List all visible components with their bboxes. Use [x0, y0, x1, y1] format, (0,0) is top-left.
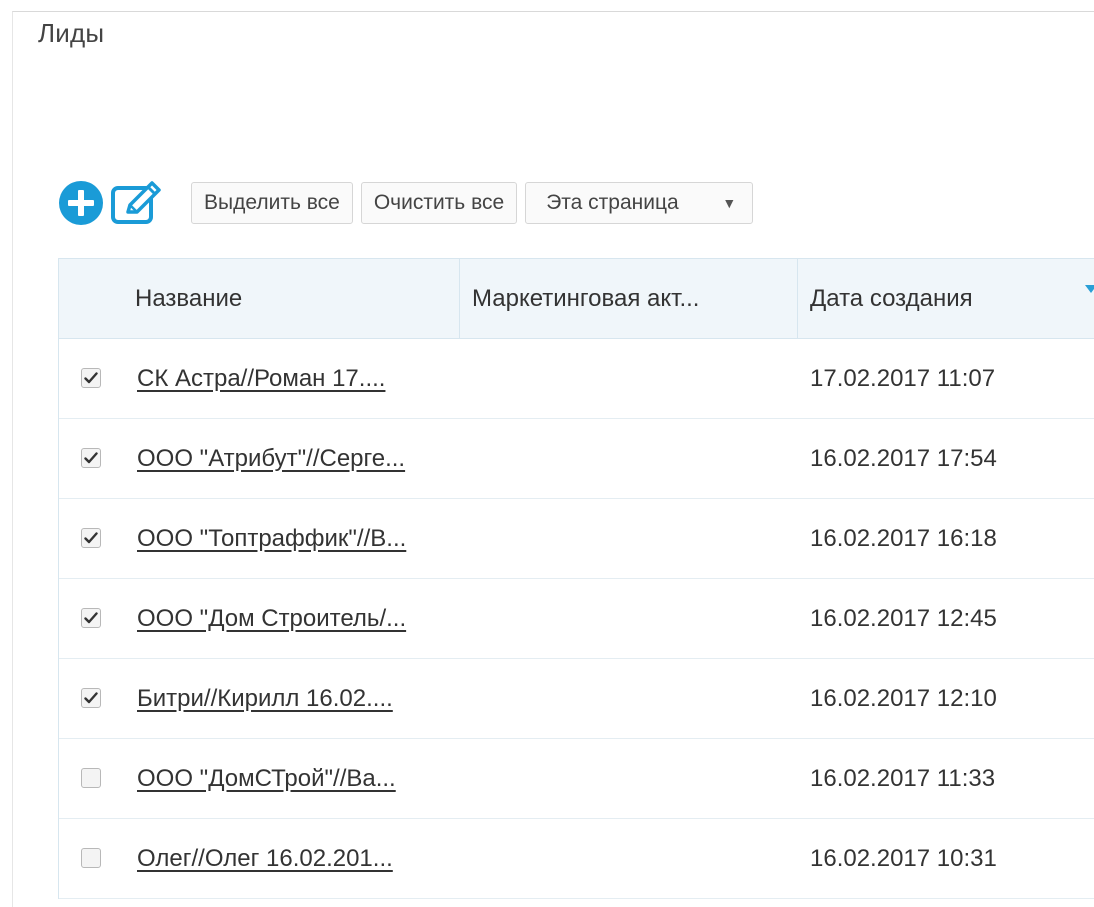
checkmark-icon: [84, 372, 98, 384]
lead-created-date: 16.02.2017 12:45: [810, 604, 997, 632]
page-title: Лиды: [38, 18, 105, 48]
checkmark-icon: [84, 452, 98, 464]
lead-name-link[interactable]: Битри//Кирилл 16.02....: [137, 659, 393, 738]
column-header-created[interactable]: Дата создания: [798, 259, 1094, 338]
column-header-created-label: Дата создания: [810, 284, 973, 312]
table-row[interactable]: Битри//Кирилл 16.02.... 16.02.2017 12:10: [59, 659, 1094, 739]
table-row[interactable]: СК Астра//Роман 17.... 17.02.2017 11:07: [59, 339, 1094, 419]
add-lead-button[interactable]: [58, 180, 104, 226]
row-checkbox[interactable]: [81, 528, 101, 548]
grid-toolbar: Выделить все Очистить все Эта страница ▼: [58, 180, 754, 226]
leads-grid: Название Маркетинговая акт... Дата созда…: [58, 258, 1094, 899]
table-row[interactable]: ООО "Топтраффик"//В... 16.02.2017 16:18: [59, 499, 1094, 579]
grid-body: СК Астра//Роман 17.... 17.02.2017 11:07 ОО…: [59, 339, 1094, 899]
lead-created-date: 16.02.2017 16:18: [810, 524, 997, 552]
plus-circle-icon: [59, 181, 103, 225]
table-row[interactable]: ООО "Дом Строитель/... 16.02.2017 12:45: [59, 579, 1094, 659]
lead-name-link[interactable]: ООО "Дом Строитель/...: [137, 579, 406, 658]
table-row[interactable]: ООО "ДомСТрой"//Ва... 16.02.2017 11:33: [59, 739, 1094, 819]
checkmark-icon: [84, 532, 98, 544]
selection-scope-value: Эта страница: [546, 191, 679, 214]
table-row[interactable]: Олег//Олег 16.02.201... 16.02.2017 10:31: [59, 819, 1094, 899]
clear-all-button[interactable]: Очистить все: [360, 182, 518, 224]
row-checkbox[interactable]: [81, 448, 101, 468]
row-checkbox[interactable]: [81, 688, 101, 708]
sort-indicator-icon: [1085, 285, 1094, 293]
row-checkbox[interactable]: [81, 848, 101, 868]
table-row[interactable]: ООО "Атрибут"//Серге... 16.02.2017 17:54: [59, 419, 1094, 499]
checkmark-icon: [84, 692, 98, 704]
selection-scope-select[interactable]: Эта страница ▼: [525, 182, 754, 224]
grid-header: Название Маркетинговая акт... Дата созда…: [59, 259, 1094, 339]
row-checkbox[interactable]: [81, 768, 101, 788]
column-header-campaign[interactable]: Маркетинговая акт...: [460, 259, 798, 338]
lead-name-link[interactable]: ООО "Топтраффик"//В...: [137, 499, 406, 578]
lead-name-link[interactable]: Олег//Олег 16.02.201...: [137, 819, 393, 898]
edit-button[interactable]: [110, 180, 164, 226]
lead-name-link[interactable]: СК Астра//Роман 17....: [137, 339, 385, 418]
dropdown-arrow-icon: ▼: [722, 195, 737, 211]
edit-icon: [111, 181, 161, 224]
lead-name-link[interactable]: ООО "Атрибут"//Серге...: [137, 419, 405, 498]
select-all-button[interactable]: Выделить все: [191, 182, 353, 224]
checkmark-icon: [84, 612, 98, 624]
lead-created-date: 16.02.2017 17:54: [810, 444, 997, 472]
lead-created-date: 16.02.2017 10:31: [810, 844, 997, 872]
column-header-name[interactable]: Название: [135, 259, 460, 338]
lead-name-link[interactable]: ООО "ДомСТрой"//Ва...: [137, 739, 396, 818]
row-checkbox[interactable]: [81, 368, 101, 388]
row-checkbox[interactable]: [81, 608, 101, 628]
lead-created-date: 16.02.2017 11:33: [810, 764, 996, 792]
lead-created-date: 17.02.2017 11:07: [810, 364, 996, 392]
lead-created-date: 16.02.2017 12:10: [810, 684, 997, 712]
